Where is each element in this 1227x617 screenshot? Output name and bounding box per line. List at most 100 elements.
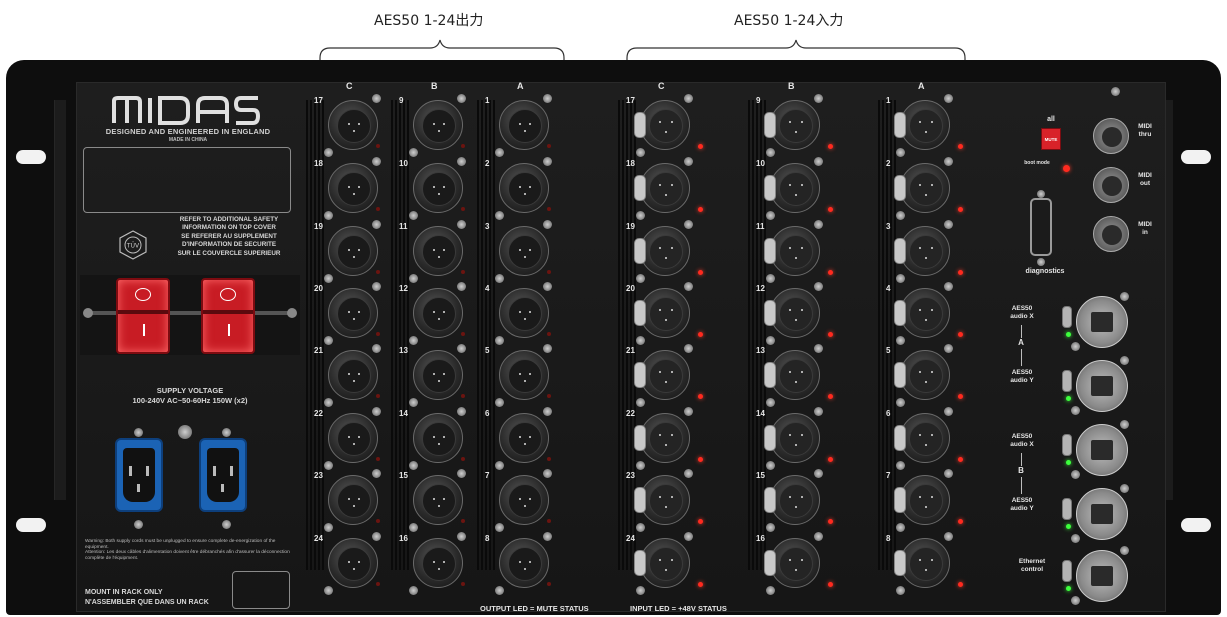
xlr-output-21[interactable] bbox=[328, 350, 378, 400]
diagnostics-port[interactable] bbox=[1030, 198, 1052, 256]
xlr-release-latch[interactable] bbox=[894, 550, 906, 576]
xlr-input-7[interactable] bbox=[900, 475, 950, 525]
midi-in-port[interactable] bbox=[1093, 216, 1129, 252]
ethercon-release-latch[interactable] bbox=[1062, 434, 1072, 456]
xlr-output-5[interactable] bbox=[499, 350, 549, 400]
xlr-output-13[interactable] bbox=[413, 350, 463, 400]
midi-out-port[interactable] bbox=[1093, 167, 1129, 203]
xlr-release-latch[interactable] bbox=[894, 425, 906, 451]
xlr-output-1[interactable] bbox=[499, 100, 549, 150]
ethercon-release-latch[interactable] bbox=[1062, 560, 1072, 582]
xlr-output-12[interactable] bbox=[413, 288, 463, 338]
mute-status-led bbox=[547, 332, 551, 336]
outputs-column-letter-c: C bbox=[346, 81, 353, 91]
xlr-release-latch[interactable] bbox=[894, 175, 906, 201]
xlr-release-latch[interactable] bbox=[634, 487, 646, 513]
xlr-input-19[interactable] bbox=[640, 226, 690, 276]
xlr-output-14[interactable] bbox=[413, 413, 463, 463]
xlr-input-17[interactable] bbox=[640, 100, 690, 150]
ethercon-release-latch[interactable] bbox=[1062, 370, 1072, 392]
xlr-release-latch[interactable] bbox=[634, 112, 646, 138]
iec-power-inlet-2[interactable] bbox=[199, 438, 247, 512]
xlr-input-11[interactable] bbox=[770, 226, 820, 276]
xlr-output-3[interactable] bbox=[499, 226, 549, 276]
xlr-input-13[interactable] bbox=[770, 350, 820, 400]
xlr-input-12[interactable] bbox=[770, 288, 820, 338]
xlr-input-20[interactable] bbox=[640, 288, 690, 338]
power-switch-2[interactable] bbox=[201, 278, 255, 354]
aes50-b-audio-y-port[interactable] bbox=[1076, 488, 1128, 540]
all-mute-button[interactable]: MUTE bbox=[1041, 128, 1061, 150]
xlr-pin bbox=[358, 123, 360, 125]
xlr-input-18[interactable] bbox=[640, 163, 690, 213]
aes50-b-audio-x-port[interactable] bbox=[1076, 424, 1128, 476]
xlr-input-4[interactable] bbox=[900, 288, 950, 338]
aes50-a-audio-x-port[interactable] bbox=[1076, 296, 1128, 348]
xlr-output-23[interactable] bbox=[328, 475, 378, 525]
ethercon-release-latch[interactable] bbox=[1062, 498, 1072, 520]
xlr-release-latch[interactable] bbox=[764, 175, 776, 201]
xlr-output-10[interactable] bbox=[413, 163, 463, 213]
xlr-input-2[interactable] bbox=[900, 163, 950, 213]
xlr-output-8[interactable] bbox=[499, 538, 549, 588]
aes50-a-audio-y-port[interactable] bbox=[1076, 360, 1128, 412]
xlr-input-8[interactable] bbox=[900, 538, 950, 588]
xlr-release-latch[interactable] bbox=[764, 238, 776, 264]
outputs-vent bbox=[318, 100, 320, 570]
xlr-release-latch[interactable] bbox=[894, 112, 906, 138]
xlr-release-latch[interactable] bbox=[764, 487, 776, 513]
xlr-release-latch[interactable] bbox=[634, 300, 646, 326]
xlr-release-latch[interactable] bbox=[764, 362, 776, 388]
xlr-output-18[interactable] bbox=[328, 163, 378, 213]
xlr-output-22[interactable] bbox=[328, 413, 378, 463]
inputs-screw bbox=[636, 336, 645, 345]
xlr-input-9[interactable] bbox=[770, 100, 820, 150]
xlr-output-19[interactable] bbox=[328, 226, 378, 276]
xlr-input-1[interactable] bbox=[900, 100, 950, 150]
xlr-input-6[interactable] bbox=[900, 413, 950, 463]
xlr-output-9[interactable] bbox=[413, 100, 463, 150]
xlr-pin bbox=[348, 498, 350, 500]
xlr-release-latch[interactable] bbox=[634, 550, 646, 576]
xlr-input-22[interactable] bbox=[640, 413, 690, 463]
xlr-output-17[interactable] bbox=[328, 100, 378, 150]
xlr-release-latch[interactable] bbox=[764, 425, 776, 451]
xlr-release-latch[interactable] bbox=[634, 175, 646, 201]
xlr-release-latch[interactable] bbox=[764, 112, 776, 138]
xlr-output-7[interactable] bbox=[499, 475, 549, 525]
xlr-output-20[interactable] bbox=[328, 288, 378, 338]
xlr-input-24[interactable] bbox=[640, 538, 690, 588]
xlr-output-16[interactable] bbox=[413, 538, 463, 588]
xlr-release-latch[interactable] bbox=[894, 487, 906, 513]
power-switch-1[interactable] bbox=[116, 278, 170, 354]
outputs-screw bbox=[457, 532, 466, 541]
xlr-release-latch[interactable] bbox=[634, 362, 646, 388]
outputs-screw bbox=[543, 344, 552, 353]
xlr-input-14[interactable] bbox=[770, 413, 820, 463]
xlr-input-10[interactable] bbox=[770, 163, 820, 213]
xlr-release-latch[interactable] bbox=[764, 300, 776, 326]
xlr-input-16[interactable] bbox=[770, 538, 820, 588]
xlr-release-latch[interactable] bbox=[894, 238, 906, 264]
ethercon-release-latch[interactable] bbox=[1062, 306, 1072, 328]
xlr-release-latch[interactable] bbox=[764, 550, 776, 576]
xlr-release-latch[interactable] bbox=[894, 300, 906, 326]
xlr-input-23[interactable] bbox=[640, 475, 690, 525]
midi-thru-port[interactable] bbox=[1093, 118, 1129, 154]
xlr-output-6[interactable] bbox=[499, 413, 549, 463]
xlr-input-21[interactable] bbox=[640, 350, 690, 400]
outputs-vent bbox=[310, 100, 312, 570]
xlr-output-4[interactable] bbox=[499, 288, 549, 338]
xlr-output-24[interactable] bbox=[328, 538, 378, 588]
xlr-input-3[interactable] bbox=[900, 226, 950, 276]
xlr-output-2[interactable] bbox=[499, 163, 549, 213]
iec-power-inlet-1[interactable] bbox=[115, 438, 163, 512]
xlr-output-15[interactable] bbox=[413, 475, 463, 525]
xlr-output-11[interactable] bbox=[413, 226, 463, 276]
xlr-input-5[interactable] bbox=[900, 350, 950, 400]
xlr-release-latch[interactable] bbox=[634, 425, 646, 451]
xlr-release-latch[interactable] bbox=[894, 362, 906, 388]
xlr-release-latch[interactable] bbox=[634, 238, 646, 264]
ethernet-control-port[interactable] bbox=[1076, 550, 1128, 602]
xlr-input-15[interactable] bbox=[770, 475, 820, 525]
